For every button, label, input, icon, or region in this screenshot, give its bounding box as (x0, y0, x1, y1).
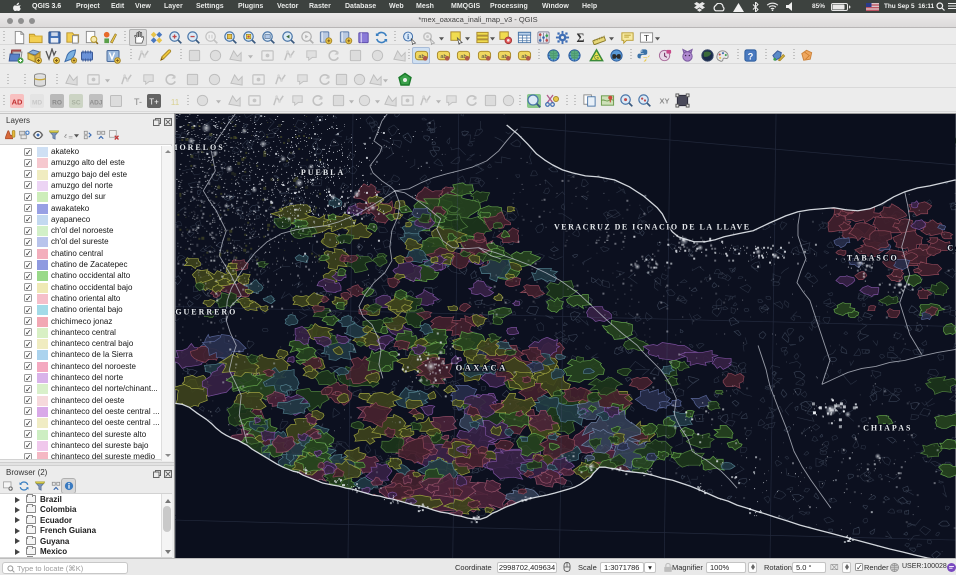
svg-text:i: i (407, 33, 409, 41)
svg-text:CHIAPAS: CHIAPAS (863, 423, 912, 432)
svg-text:OAXACA: OAXACA (456, 362, 508, 372)
svg-text:XY: XY (659, 96, 669, 105)
svg-text:SC: SC (71, 100, 80, 107)
svg-text:T-: T- (134, 97, 142, 107)
svg-text:MORELOS: MORELOS (174, 143, 225, 152)
svg-text:PUEBLA: PUEBLA (301, 168, 345, 177)
svg-text:GUERRERO: GUERRERO (175, 308, 237, 317)
svg-text:T+: T+ (149, 98, 159, 107)
svg-text:G: G (594, 54, 599, 61)
svg-text:T: T (644, 33, 649, 43)
svg-text:11: 11 (171, 98, 180, 107)
svg-text:MD: MD (32, 100, 42, 107)
svg-text:ε: ε (64, 132, 67, 139)
svg-text:CAMPECHE: CAMPECHE (947, 244, 956, 253)
svg-text:RO: RO (52, 100, 62, 107)
svg-text:VERACRUZ DE IGNACIO DE LA LLAV: VERACRUZ DE IGNACIO DE LA LLAVE (554, 223, 751, 232)
svg-text:AD: AD (12, 98, 23, 107)
svg-text:Σ: Σ (577, 31, 585, 45)
svg-text:TABASCO: TABASCO (847, 254, 899, 263)
svg-text:ADJ: ADJ (89, 100, 102, 107)
svg-text:?: ? (748, 51, 754, 61)
